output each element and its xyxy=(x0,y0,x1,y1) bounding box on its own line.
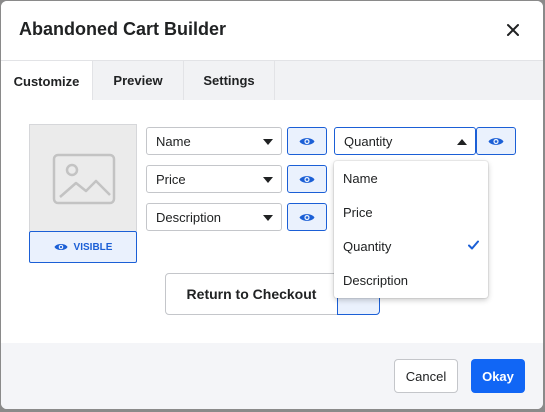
chevron-down-icon xyxy=(263,177,273,183)
dropdown-option-price[interactable]: Price xyxy=(334,195,488,229)
tab-preview[interactable]: Preview xyxy=(93,61,184,101)
field-visibility-button-quantity[interactable] xyxy=(476,127,516,155)
field-select-value: Price xyxy=(156,171,186,187)
dropdown-option-label: Quantity xyxy=(343,238,392,254)
field-select-description[interactable]: Description xyxy=(146,203,282,231)
close-icon xyxy=(507,24,519,36)
field-visibility-button-price[interactable] xyxy=(287,165,327,193)
eye-icon xyxy=(299,213,315,221)
tab-settings[interactable]: Settings xyxy=(184,61,275,101)
close-button[interactable] xyxy=(503,20,523,40)
tab-bar: Customize Preview Settings xyxy=(1,60,543,101)
modal-header: Abandoned Cart Builder xyxy=(1,1,543,60)
tab-customize[interactable]: Customize xyxy=(1,61,93,101)
chevron-down-icon xyxy=(263,215,273,221)
eye-icon xyxy=(299,175,315,183)
field-select-price[interactable]: Price xyxy=(146,165,282,193)
modal-footer: Cancel Okay xyxy=(1,343,543,409)
field-visibility-button-description[interactable] xyxy=(287,203,327,231)
cancel-button[interactable]: Cancel xyxy=(394,359,458,393)
eye-icon xyxy=(54,244,68,250)
modal-title: Abandoned Cart Builder xyxy=(19,19,227,39)
dropdown-option-name[interactable]: Name xyxy=(334,161,488,195)
quantity-dropdown-menu: Name Price Quantity Description xyxy=(334,161,488,298)
product-image-placeholder xyxy=(29,124,137,231)
field-select-quantity[interactable]: Quantity xyxy=(334,127,476,155)
field-select-value: Quantity xyxy=(344,133,393,149)
check-icon xyxy=(468,240,479,250)
image-placeholder-icon xyxy=(52,153,116,205)
dropdown-option-description[interactable]: Description xyxy=(334,263,488,297)
eye-icon xyxy=(488,137,504,145)
chevron-up-icon xyxy=(457,139,467,145)
field-visibility-button-name[interactable] xyxy=(287,127,327,155)
eye-icon xyxy=(299,137,315,145)
field-select-value: Name xyxy=(156,133,191,149)
tab-bar-filler xyxy=(275,61,543,101)
field-select-value: Description xyxy=(156,209,222,225)
image-visibility-toggle[interactable]: VISIBLE xyxy=(29,231,137,263)
field-select-name[interactable]: Name xyxy=(146,127,282,155)
dropdown-option-quantity[interactable]: Quantity xyxy=(334,229,488,263)
chevron-down-icon xyxy=(263,139,273,145)
visibility-label: VISIBLE xyxy=(73,241,113,253)
return-to-checkout-button[interactable]: Return to Checkout xyxy=(165,273,338,315)
abandoned-cart-builder-modal: Abandoned Cart Builder Customize Preview… xyxy=(1,1,543,409)
okay-button[interactable]: Okay xyxy=(471,359,525,393)
